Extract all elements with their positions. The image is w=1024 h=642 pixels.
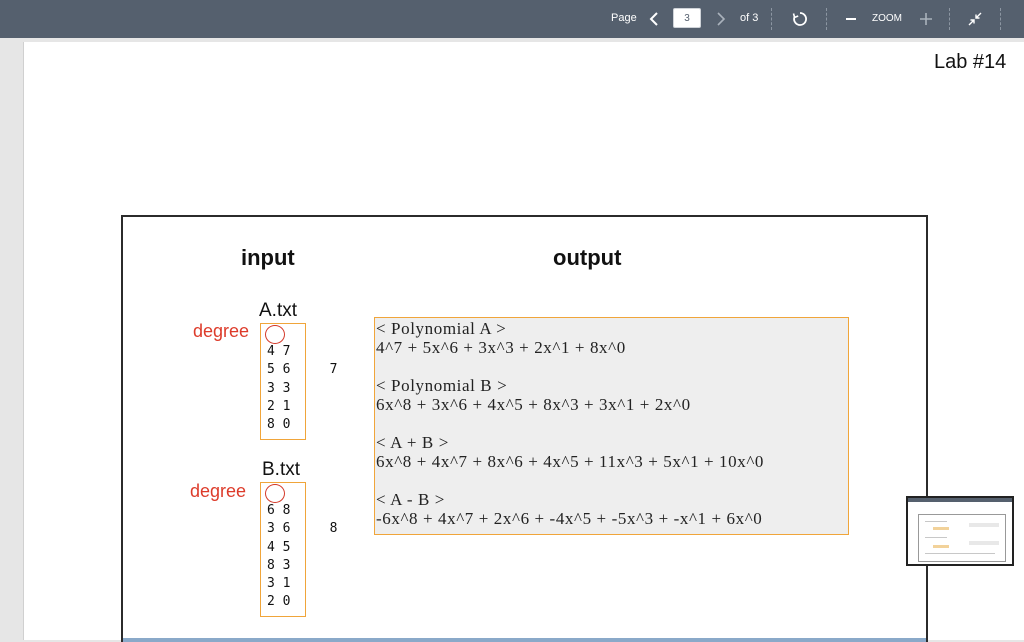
file-b-line: 2 0	[267, 594, 291, 610]
chevron-left-icon[interactable]	[646, 10, 664, 28]
file-b-name: B.txt	[262, 459, 301, 480]
degree-circle	[265, 325, 285, 344]
slide-bottom-bar	[123, 638, 926, 642]
thumbnail-toolbar	[908, 498, 1012, 502]
file-a-degree: 7	[265, 325, 337, 377]
file-b-degree-label: degree	[190, 481, 247, 501]
page-thumbnail[interactable]	[906, 496, 1014, 566]
output-section-value: -6x^8 + 4x^7 + 2x^6 + -4x^5 + -5x^3 + -x…	[376, 509, 763, 528]
zoom-label: ZOOM	[872, 13, 902, 24]
page-number-input[interactable]	[673, 8, 701, 28]
output-section-header: < A + B >	[376, 433, 449, 452]
minus-icon[interactable]	[842, 10, 860, 28]
file-a-line: 2 1	[267, 398, 291, 414]
page-count-label: of 3	[740, 12, 759, 24]
file-a-line: 8 0	[267, 416, 291, 432]
file-b-line: 8 3	[267, 557, 291, 573]
thumbnail-frame	[918, 514, 1006, 562]
toolbar-divider	[771, 8, 773, 30]
output-section-header: < Polynomial B >	[376, 376, 508, 395]
collapse-icon[interactable]	[966, 10, 984, 28]
output-section-value: 4^7 + 5x^6 + 3x^3 + 2x^1 + 8x^0	[376, 338, 626, 357]
program-output: < Polynomial A > 4^7 + 5x^6 + 3x^3 + 2x^…	[374, 317, 849, 535]
lab-figure: input output A.txt degree 7 4 7 5 6 3 3 …	[121, 215, 928, 642]
page-label: Page	[611, 12, 637, 24]
file-a-name: A.txt	[259, 300, 298, 321]
file-b-degree-value: 8	[329, 521, 338, 537]
file-a-degree-value: 7	[329, 362, 338, 378]
file-b-degree: 8	[265, 484, 337, 536]
output-section-value: 6x^8 + 4x^7 + 8x^6 + 4x^5 + 11x^3 + 5x^1…	[376, 452, 765, 471]
document-page: Lab #14 input output A.txt degree 7 4 7 …	[23, 42, 1024, 642]
chevron-right-icon[interactable]	[711, 10, 729, 28]
file-a-degree-label: degree	[193, 321, 250, 341]
output-section-header: < Polynomial A >	[376, 319, 507, 338]
file-a-contents: 7 4 7 5 6 3 3 2 1 8 0	[260, 323, 337, 440]
file-b-contents: 8 6 8 3 6 4 5 8 3 3 1 2 0	[260, 482, 337, 617]
output-section-header: < A - B >	[376, 490, 445, 509]
lab-title: Lab #14	[934, 51, 1007, 73]
pdf-toolbar: Page of 3 ZOOM	[0, 0, 1024, 38]
toolbar-divider	[949, 8, 951, 30]
file-b-line: 3 1	[267, 575, 291, 591]
output-heading: output	[553, 245, 622, 270]
refresh-icon[interactable]	[791, 10, 809, 28]
output-section-value: 6x^8 + 3x^6 + 4x^5 + 8x^3 + 3x^1 + 2x^0	[376, 395, 691, 414]
degree-circle	[265, 484, 285, 503]
toolbar-divider	[826, 8, 828, 30]
toolbar-divider	[1000, 8, 1002, 30]
plus-icon[interactable]	[917, 10, 935, 28]
input-heading: input	[241, 245, 295, 270]
